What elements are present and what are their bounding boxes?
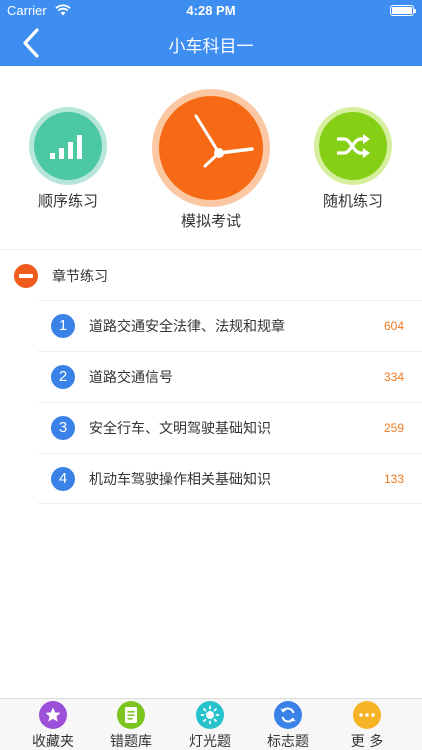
clock: 4:28 PM: [186, 3, 236, 18]
chapter-count: 604: [383, 319, 404, 333]
chapter-label: 机动车驾驶操作相关基础知识: [89, 471, 271, 488]
mock-exam-button[interactable]: 模拟考试: [152, 89, 270, 231]
tab-wrong-questions[interactable]: 错题库: [91, 701, 171, 750]
chapter-item-3[interactable]: 3 安全行车、文明驾驶基础知识 259: [38, 402, 422, 453]
tab-label: 错题库: [110, 734, 152, 750]
chapter-count: 259: [383, 421, 404, 435]
tab-label: 收藏夹: [32, 734, 74, 750]
chapter-section-header[interactable]: 章节练习: [14, 263, 108, 288]
status-bar: Carrier 4:28 PM: [0, 0, 422, 22]
clock-icon: [159, 96, 263, 200]
tab-label: 更 多: [350, 734, 384, 750]
chapter-item-4[interactable]: 4 机动车驾驶操作相关基础知识 133: [38, 453, 422, 504]
signal-bars-icon: [34, 112, 102, 180]
tab-more[interactable]: 更 多: [327, 701, 407, 750]
chapter-number-badge: 3: [51, 416, 75, 440]
chapter-count: 133: [383, 471, 404, 486]
tab-label: 标志题: [267, 734, 309, 750]
tab-sign-questions[interactable]: 标志题: [248, 701, 328, 750]
refresh-icon: [274, 701, 302, 729]
chapter-number-badge: 1: [51, 314, 75, 338]
chapter-item-2[interactable]: 2 道路交通信号 334: [38, 351, 422, 402]
bottom-tab-bar: 收藏夹 错题库 灯光题 标志题 更 多: [0, 698, 422, 750]
sequential-practice-button[interactable]: 顺序练习: [29, 107, 107, 211]
chapter-label: 道路交通安全法律、法规和规章: [89, 319, 285, 335]
section-divider: [0, 249, 422, 250]
star-icon: [39, 701, 67, 729]
collapse-icon[interactable]: [14, 263, 38, 288]
mock-exam-label: 模拟考试: [180, 212, 241, 230]
tab-light-questions[interactable]: 灯光题: [170, 701, 250, 750]
sun-icon: [196, 701, 224, 729]
more-icon: [353, 701, 381, 729]
page-title: 小车科目一: [168, 37, 254, 57]
random-practice-label: 随机练习: [322, 192, 383, 210]
tab-favorites[interactable]: 收藏夹: [13, 701, 93, 750]
chapter-number-badge: 4: [51, 466, 75, 491]
chapter-count: 334: [383, 370, 404, 384]
chapter-item-1[interactable]: 1 道路交通安全法律、法规和规章 604: [38, 300, 422, 351]
battery-icon: [390, 5, 416, 16]
random-practice-button[interactable]: 随机练习: [314, 107, 392, 211]
shuffle-icon: [319, 112, 387, 180]
chapter-number-badge: 2: [51, 365, 75, 389]
chapter-list: 1 道路交通安全法律、法规和规章 604 2 道路交通信号 334 3 安全行车…: [38, 300, 422, 504]
chapter-label: 道路交通信号: [89, 370, 173, 386]
sequential-practice-label: 顺序练习: [37, 192, 98, 210]
document-icon: [117, 701, 145, 729]
tab-label: 灯光题: [189, 734, 231, 750]
chapter-label: 安全行车、文明驾驶基础知识: [89, 421, 271, 437]
chapter-section-title: 章节练习: [52, 268, 108, 285]
header: Carrier 4:28 PM 小车科目一: [0, 0, 422, 66]
